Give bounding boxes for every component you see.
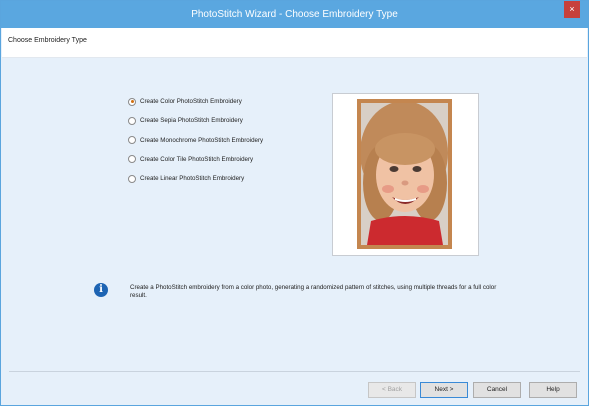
window-title: PhotoStitch Wizard - Choose Embroidery T… [191,9,398,20]
option-sepia[interactable]: Create Sepia PhotoStitch Embroidery [128,115,263,126]
option-label: Create Sepia PhotoStitch Embroidery [140,117,243,125]
wizard-header: Choose Embroidery Type [2,28,587,58]
radio-button[interactable] [128,155,136,164]
option-linear[interactable]: Create Linear PhotoStitch Embroidery [128,173,263,184]
wizard-content: Create Color PhotoStitch Embroidery Crea… [2,59,587,369]
page-title: Choose Embroidery Type [8,37,87,44]
help-button[interactable]: Help [529,382,577,398]
radio-button-checked[interactable] [128,97,136,106]
footer-divider [9,371,580,372]
embroidery-type-radio-group: Create Color PhotoStitch Embroidery Crea… [128,96,263,192]
title-bar: PhotoStitch Wizard - Choose Embroidery T… [1,1,588,28]
wizard-window: PhotoStitch Wizard - Choose Embroidery T… [0,0,589,406]
radio-button[interactable] [128,174,136,183]
option-label: Create Linear PhotoStitch Embroidery [140,175,245,183]
close-button[interactable]: × [564,1,580,18]
cancel-button[interactable]: Cancel [473,382,521,398]
option-monochrome[interactable]: Create Monochrome PhotoStitch Embroidery [128,135,263,146]
option-color-tile[interactable]: Create Color Tile PhotoStitch Embroidery [128,154,263,165]
next-button[interactable]: Next > [420,382,468,398]
option-label: Create Monochrome PhotoStitch Embroidery [140,136,264,144]
photo-preview-panel [332,93,479,256]
option-color[interactable]: Create Color PhotoStitch Embroidery [128,96,263,107]
photo-preview-image [357,99,452,249]
info-icon: i [94,283,108,297]
back-button[interactable]: < Back [368,382,416,398]
radio-button[interactable] [128,116,136,125]
radio-button[interactable] [128,136,136,145]
child-portrait-image [361,103,448,245]
option-label: Create Color PhotoStitch Embroidery [140,98,242,105]
option-description: Create a PhotoStitch embroidery from a c… [130,284,497,299]
option-label: Create Color Tile PhotoStitch Embroidery [140,155,254,163]
